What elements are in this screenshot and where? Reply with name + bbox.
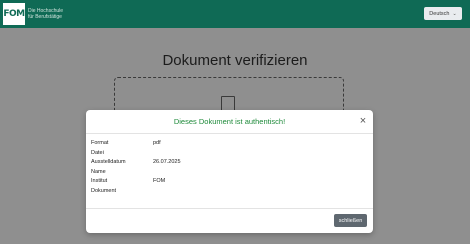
top-navbar: FOM Die Hochschule für Berufstätige Deut… xyxy=(0,0,470,28)
close-icon[interactable]: × xyxy=(357,115,369,127)
info-value: pdf xyxy=(153,140,161,146)
info-label: Institut xyxy=(91,178,108,184)
close-button[interactable]: schließen xyxy=(334,214,367,227)
info-row-name: Name xyxy=(91,169,181,179)
modal-title: Dieses Dokument ist authentisch! xyxy=(173,117,286,126)
info-label: Ausstelldatum xyxy=(91,159,126,165)
info-row-institute: Institut FOM xyxy=(91,178,181,188)
verification-modal: Dieses Dokument ist authentisch! × Forma… xyxy=(86,110,373,233)
info-row-file: Datei xyxy=(91,150,181,160)
tagline-line-2: für Berufstätige xyxy=(28,14,62,20)
info-value: FOM xyxy=(153,178,166,184)
info-row-issue-date: Ausstelldatum 26.07.2025 xyxy=(91,159,181,169)
info-label: Name xyxy=(91,168,106,175)
language-label: Deutsch xyxy=(429,10,450,17)
modal-footer: schließen xyxy=(86,208,373,233)
info-row-format: Format pdf xyxy=(91,140,181,150)
info-label: Datei xyxy=(91,149,104,156)
document-info-table: Format pdf Datei Ausstelldatum 26.07.202… xyxy=(91,140,181,197)
chevron-down-icon: ⌄ xyxy=(452,10,457,17)
info-label: Dokument xyxy=(91,187,117,194)
info-row-document: Dokument xyxy=(91,188,181,198)
modal-header: Dieses Dokument ist authentisch! × xyxy=(86,110,373,134)
language-dropdown[interactable]: Deutsch ⌄ xyxy=(424,7,462,20)
info-label: Format xyxy=(91,140,109,146)
tagline: Die Hochschule für Berufstätige xyxy=(28,8,63,20)
info-value: 26.07.2025 xyxy=(153,159,181,165)
fom-logo[interactable]: FOM xyxy=(3,3,25,25)
page-title: Dokument verifizieren xyxy=(162,52,308,69)
logo-text: FOM xyxy=(3,9,25,19)
